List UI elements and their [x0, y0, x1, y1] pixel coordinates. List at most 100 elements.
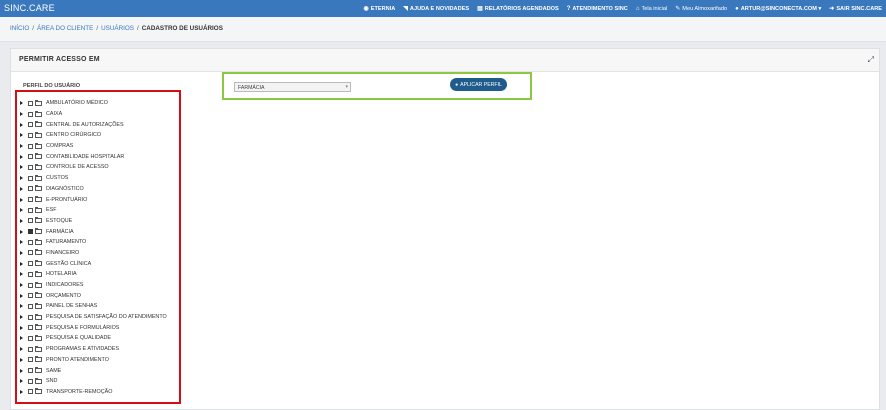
- tree-item-label[interactable]: GESTÃO CLÍNICA: [46, 261, 91, 267]
- expand-caret-icon[interactable]: [20, 229, 23, 234]
- tree-item-label[interactable]: TRANSPORTE-REMOÇÃO: [46, 389, 112, 395]
- tree-item-checkbox[interactable]: [28, 207, 33, 213]
- tree-item-label[interactable]: PRONTO ATENDIMENTO: [46, 357, 109, 363]
- nav-atendimento-sinc[interactable]: ? ATENDIMENTO SINC: [567, 6, 628, 12]
- tree-item-label[interactable]: PESQUISA DE SATISFAÇÃO DO ATENDIMENTO: [46, 314, 167, 320]
- tree-item-checkbox[interactable]: [28, 325, 33, 331]
- nav-eternia[interactable]: ◉ ETERNIA: [363, 6, 395, 12]
- tree-item-checkbox[interactable]: [28, 111, 33, 117]
- tree-item-label[interactable]: ESF: [46, 207, 56, 213]
- tree-item-checkbox[interactable]: [28, 186, 33, 192]
- expand-caret-icon[interactable]: [20, 208, 23, 213]
- nav-user-menu[interactable]: ● ARTUR@SINCONECTA.COM ▾: [735, 6, 821, 12]
- tree-item-label[interactable]: PAINEL DE SENHAS: [46, 303, 97, 309]
- nav-meu-almoxarifado[interactable]: ✎ Meu Almoxarifado: [675, 6, 727, 12]
- expand-caret-icon[interactable]: [20, 122, 23, 127]
- expand-caret-icon[interactable]: [20, 261, 23, 266]
- expand-caret-icon[interactable]: [20, 144, 23, 149]
- expand-caret-icon[interactable]: [20, 304, 23, 309]
- tree-item-label[interactable]: CUSTOS: [46, 175, 68, 181]
- tree-item-checkbox[interactable]: [28, 122, 33, 128]
- tree-item-label[interactable]: ORÇAMENTO: [46, 293, 81, 299]
- expand-caret-icon[interactable]: [20, 336, 23, 341]
- tree-item-label[interactable]: E-PRONTUÁRIO: [46, 197, 87, 203]
- tree-item-checkbox[interactable]: [28, 303, 33, 309]
- tree-item-label[interactable]: FARMÁCIA: [46, 229, 74, 235]
- tree-item-label[interactable]: COMPRAS: [46, 143, 73, 149]
- breadcrumb-inicio[interactable]: INÍCIO: [10, 25, 29, 32]
- breadcrumb-area-cliente[interactable]: ÁREA DO CLIENTE: [37, 25, 93, 32]
- tree-item-label[interactable]: CENTRAL DE AUTORIZAÇÕES: [46, 122, 124, 128]
- expand-caret-icon[interactable]: [20, 283, 23, 288]
- expand-caret-icon[interactable]: [20, 389, 23, 394]
- nav-sair[interactable]: ➜ SAIR SINC.CARE: [829, 6, 882, 12]
- tree-item-checkbox[interactable]: [28, 100, 33, 106]
- expand-caret-icon[interactable]: [20, 218, 23, 223]
- tree-item-label[interactable]: PESQUISA E FORMULÁRIOS: [46, 325, 119, 331]
- tree-item-checkbox[interactable]: [28, 250, 33, 256]
- expand-caret-icon[interactable]: [20, 272, 23, 277]
- tree-item-label[interactable]: SND: [46, 378, 57, 384]
- expand-caret-icon[interactable]: [20, 154, 23, 159]
- expand-caret-icon[interactable]: [20, 133, 23, 138]
- expand-icon[interactable]: ⤢: [868, 56, 874, 64]
- expand-caret-icon[interactable]: [20, 368, 23, 373]
- tree-item-checkbox[interactable]: [28, 218, 33, 224]
- tree-item-checkbox[interactable]: [28, 378, 33, 384]
- apply-profile-button[interactable]: ● APLICAR PERFIL: [450, 78, 507, 91]
- tree-item-label[interactable]: PROGRAMAS E ATIVIDADES: [46, 346, 119, 352]
- nav-relatorios-agendados[interactable]: ▤ RELATÓRIOS AGENDADOS: [477, 6, 559, 12]
- tree-item-checkbox[interactable]: [28, 132, 33, 138]
- tree-item-checkbox[interactable]: [28, 164, 33, 170]
- tree-item-checkbox[interactable]: [28, 229, 33, 235]
- expand-caret-icon[interactable]: [20, 165, 23, 170]
- expand-caret-icon[interactable]: [20, 240, 23, 245]
- profile-select[interactable]: FARMÁCIA ▾: [234, 82, 351, 92]
- tree-item-label[interactable]: CENTRO CIRÚRGICO: [46, 132, 101, 138]
- tree-item-checkbox[interactable]: [28, 346, 33, 352]
- expand-caret-icon[interactable]: [20, 101, 23, 106]
- tree-item-checkbox[interactable]: [28, 368, 33, 374]
- tree-item-label[interactable]: CONTROLE DE ACESSO: [46, 164, 109, 170]
- tree-item-checkbox[interactable]: [28, 154, 33, 160]
- expand-caret-icon[interactable]: [20, 357, 23, 362]
- nav-tela-inicial[interactable]: ⌂ Tela inicial: [636, 6, 667, 12]
- nav-ajuda-novidades[interactable]: ◥ AJUDA E NOVIDADES: [403, 6, 469, 12]
- tree-item-checkbox[interactable]: [28, 271, 33, 277]
- tree-item-checkbox[interactable]: [28, 175, 33, 181]
- expand-caret-icon[interactable]: [20, 176, 23, 181]
- tree-item-checkbox[interactable]: [28, 261, 33, 267]
- tree-item-label[interactable]: AMBULATÓRIO MÉDICO: [46, 100, 108, 106]
- tree-item-checkbox[interactable]: [28, 239, 33, 245]
- expand-caret-icon[interactable]: [20, 347, 23, 352]
- expand-caret-icon[interactable]: [20, 293, 23, 298]
- tree-item-label[interactable]: FATURAMENTO: [46, 239, 86, 245]
- tree-item-checkbox[interactable]: [28, 282, 33, 288]
- tree-item-label[interactable]: CAIXA: [46, 111, 62, 117]
- tree-item-checkbox[interactable]: [28, 293, 33, 299]
- tree-item-label[interactable]: FINANCEIRO: [46, 250, 79, 256]
- expand-caret-icon[interactable]: [20, 325, 23, 330]
- tree-item-checkbox[interactable]: [28, 335, 33, 341]
- expand-caret-icon[interactable]: [20, 250, 23, 255]
- tree-item-label[interactable]: SAME: [46, 368, 61, 374]
- tree-item-checkbox[interactable]: [28, 143, 33, 149]
- tree-item-label[interactable]: CONTABILIDADE HOSPITALAR: [46, 154, 124, 160]
- tree-item-label[interactable]: PESQUISA E QUALIDADE: [46, 335, 111, 341]
- expand-caret-icon[interactable]: [20, 379, 23, 384]
- tree-item-checkbox[interactable]: [28, 314, 33, 320]
- brand-logo[interactable]: SINC.CARE: [4, 3, 55, 13]
- tree-item-label[interactable]: DIAGNÓSTICO: [46, 186, 84, 192]
- tree-item-label[interactable]: INDICADORES: [46, 282, 83, 288]
- tree-item-label[interactable]: HOTELARIA: [46, 271, 77, 277]
- folder-icon: [35, 238, 42, 245]
- tree-item-label[interactable]: ESTOQUE: [46, 218, 72, 224]
- breadcrumb-usuarios[interactable]: USUÁRIOS: [101, 25, 134, 32]
- expand-caret-icon[interactable]: [20, 186, 23, 191]
- expand-caret-icon[interactable]: [20, 112, 23, 117]
- expand-caret-icon[interactable]: [20, 197, 23, 202]
- expand-caret-icon[interactable]: [20, 315, 23, 320]
- tree-item-checkbox[interactable]: [28, 389, 33, 395]
- tree-item-checkbox[interactable]: [28, 357, 33, 363]
- tree-item-checkbox[interactable]: [28, 197, 33, 203]
